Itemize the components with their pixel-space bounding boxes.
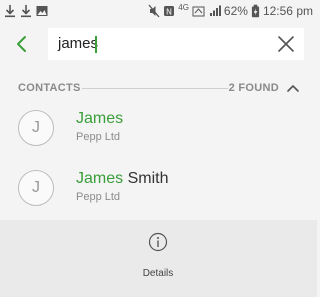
name-rest: Smith (123, 170, 169, 187)
back-button[interactable] (10, 30, 34, 58)
notification-icons (4, 3, 48, 19)
contact-company: Pepp Ltd (76, 191, 121, 203)
nfc-icon: N (164, 6, 175, 17)
contact-company: Pepp Ltd (76, 131, 121, 143)
bottom-action-bar: Details (0, 220, 317, 297)
search-input[interactable]: james (58, 35, 98, 52)
signal-icon (209, 5, 221, 16)
download-icon (21, 5, 31, 18)
clear-icon[interactable] (276, 34, 296, 54)
wifi-icon (192, 6, 205, 17)
info-icon (148, 232, 168, 252)
status-bar: N 4G 62% 12:56 pm (0, 0, 317, 24)
download-icon (5, 5, 15, 18)
details-button[interactable]: Details (128, 230, 188, 286)
name-match-highlight: James (76, 170, 124, 187)
mute-icon (148, 4, 160, 18)
text-cursor (95, 36, 97, 53)
back-arrow-icon (17, 36, 26, 52)
avatar: J (18, 170, 54, 206)
details-label: Details (142, 268, 174, 279)
name-match-highlight: James (76, 110, 124, 127)
svg-text:N: N (166, 8, 172, 17)
divider (82, 88, 228, 89)
section-title: CONTACTS (18, 82, 81, 94)
system-status: N 4G 62% 12:56 pm (148, 3, 313, 19)
battery-charging-icon (251, 4, 260, 18)
contacts-section-header: CONTACTS 2 FOUND (0, 80, 317, 98)
results-count: 2 FOUND (228, 82, 279, 94)
chevron-up-icon[interactable] (285, 81, 301, 95)
contact-name: James (76, 110, 123, 128)
contact-name: James Smith (76, 170, 168, 188)
network-type: 4G (178, 2, 189, 12)
avatar: J (18, 110, 54, 146)
search-field[interactable]: james (48, 28, 304, 60)
contact-list-item[interactable]: J James Pepp Ltd (0, 100, 317, 156)
contact-list-item[interactable]: J James Smith Pepp Ltd (0, 160, 317, 216)
clock: 12:56 pm (262, 4, 313, 18)
search-bar: james (0, 26, 317, 62)
image-icon (36, 6, 48, 16)
battery-percent: 62% (223, 4, 248, 18)
